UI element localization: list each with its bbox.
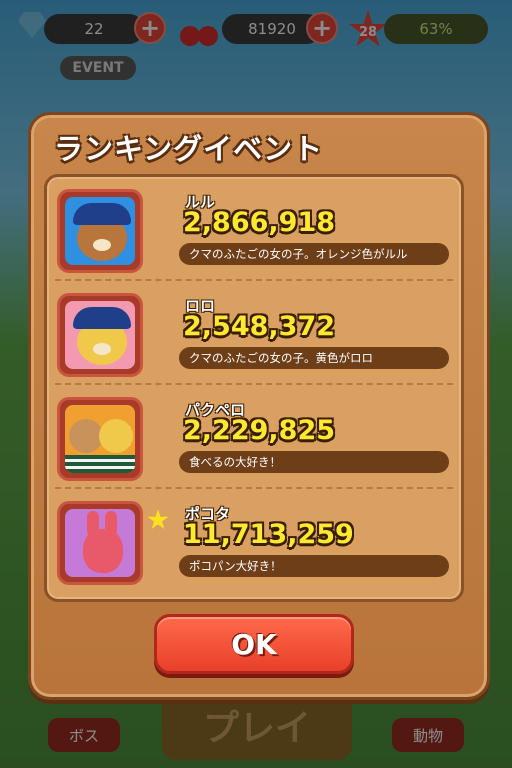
player-description: ポコパン大好き！	[179, 555, 449, 577]
player-description: クマのふたごの女の子。オレンジ色がルル	[179, 243, 449, 265]
avatar	[65, 197, 135, 265]
player-score: 2,229,825	[183, 415, 336, 446]
bear-icon	[69, 419, 103, 453]
ranking-row: ルル 2,866,918 クマのふたごの女の子。オレンジ色がルル	[47, 177, 461, 281]
avatar-frame	[57, 293, 143, 377]
dialog-title: ランキングイベント	[54, 132, 324, 166]
player-description: クマのふたごの女の子。黄色がロロ	[179, 347, 449, 369]
player-score: 11,713,259	[183, 519, 354, 550]
ranking-row: ロロ 2,548,372 クマのふたごの女の子。黄色がロロ	[47, 281, 461, 385]
sailor-hat-icon	[73, 203, 131, 225]
avatar	[65, 509, 135, 577]
avatar	[65, 301, 135, 369]
avatar-frame	[57, 397, 143, 481]
avatar-frame	[57, 501, 143, 585]
ok-button[interactable]: OK	[154, 614, 354, 674]
sailor-hat-icon	[73, 307, 131, 329]
ranking-row: ポコタ 11,713,259 ポコパン大好き！	[47, 489, 461, 593]
ranking-list[interactable]: ルル 2,866,918 クマのふたごの女の子。オレンジ色がルル ロロ 2,54…	[44, 174, 464, 602]
bear-icon	[99, 419, 133, 453]
player-score: 2,548,372	[183, 311, 336, 342]
star-icon	[147, 509, 169, 530]
avatar-frame	[57, 189, 143, 273]
player-score: 2,866,918	[183, 207, 336, 238]
rabbit-icon	[83, 529, 123, 573]
player-description: 食べるの大好き！	[179, 451, 449, 473]
avatar	[65, 405, 135, 473]
ranking-row: パクペロ 2,229,825 食べるの大好き！	[47, 385, 461, 489]
